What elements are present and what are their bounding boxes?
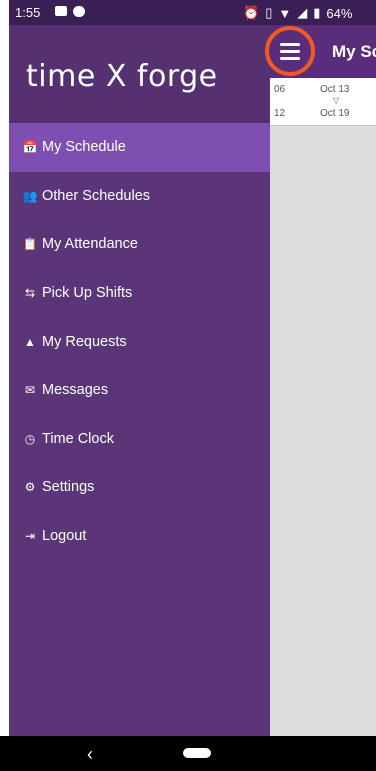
menu-item-label: Settings: [42, 479, 95, 496]
menu-item-my-schedule[interactable]: 📅 My Schedule: [9, 123, 270, 172]
drawer-menu: 📅 My Schedule 👥 Other Schedules 📋 My Att…: [9, 123, 270, 560]
menu-item-label: Logout: [42, 528, 87, 545]
menu-item-label: My Attendance: [42, 236, 138, 253]
menu-item-label: My Requests: [42, 333, 127, 350]
phone-screen: 1:55 ⏰ ▯ ▼ ◢ ▮ 64% time X forge 📅 My Sch…: [0, 0, 376, 771]
menu-bar-icon: [280, 43, 300, 46]
chat-notification-icon: [73, 6, 85, 17]
warning-icon: ▲: [24, 334, 36, 349]
schedule-content: My Sc 06 12 Oct 13 ▽ Oct 19: [265, 25, 376, 736]
date-label: Oct 13: [320, 84, 350, 95]
date-range-bar[interactable]: 06 12 Oct 13 ▽ Oct 19: [270, 78, 376, 126]
menu-item-my-requests[interactable]: ▲ My Requests: [9, 317, 270, 366]
menu-item-logout[interactable]: ⇥ Logout: [9, 512, 270, 561]
clock-icon: ◷: [24, 431, 36, 446]
battery-icon: ▮: [313, 5, 321, 20]
envelope-icon: ✉: [24, 383, 36, 398]
users-icon: 👥: [22, 188, 38, 203]
left-edge: [0, 0, 9, 771]
menu-item-other-schedules[interactable]: 👥 Other Schedules: [9, 172, 270, 221]
menu-item-label: Pick Up Shifts: [42, 285, 133, 302]
back-button[interactable]: ‹: [87, 744, 93, 765]
clipboard-icon: 📋: [22, 237, 38, 252]
menu-item-my-attendance[interactable]: 📋 My Attendance: [9, 220, 270, 269]
date-label: 06: [274, 84, 286, 95]
menu-item-label: Messages: [42, 382, 109, 399]
menu-item-label: Time Clock: [42, 430, 114, 447]
logout-icon: ⇥: [24, 529, 36, 544]
status-system-icons: ⏰ ▯ ▼ ◢ ▮ 64%: [243, 5, 352, 21]
calendar-icon: 📅: [22, 140, 38, 155]
status-time: 1:55: [15, 5, 41, 20]
drawer-header: time X forge: [9, 25, 270, 122]
navigation-drawer: time X forge 📅 My Schedule 👥 Other Sched…: [9, 25, 270, 736]
status-bar: 1:55 ⏰ ▯ ▼ ◢ ▮ 64%: [9, 0, 376, 25]
image-notification-icon: [55, 6, 67, 16]
menu-item-messages[interactable]: ✉ Messages: [9, 366, 270, 415]
battery-percent: 64%: [326, 5, 353, 21]
menu-item-time-clock[interactable]: ◷ Time Clock: [9, 415, 270, 464]
swap-icon: ⇆: [24, 286, 36, 301]
hamburger-menu-button[interactable]: [265, 26, 315, 76]
home-button[interactable]: [183, 748, 211, 758]
menu-item-settings[interactable]: ⚙ Settings: [9, 463, 270, 512]
app-bar: My Sc: [265, 25, 376, 78]
menu-item-label: My Schedule: [42, 139, 126, 156]
menu-item-label: Other Schedules: [42, 187, 151, 204]
menu-item-pick-up-shifts[interactable]: ⇆ Pick Up Shifts: [9, 269, 270, 318]
page-title: My Sc: [332, 42, 376, 61]
timeforge-logo: time X forge: [26, 59, 218, 94]
status-notification-icons: [55, 6, 85, 17]
date-label: 12: [274, 108, 286, 119]
wifi-icon: ▼: [278, 5, 292, 21]
chevron-down-icon: ▽: [333, 96, 340, 105]
alarm-icon: ⏰: [243, 5, 260, 20]
date-label: Oct 19: [320, 108, 350, 119]
signal-icon: ◢: [297, 5, 308, 20]
gear-icon: ⚙: [24, 480, 36, 495]
vibrate-icon: ▯: [265, 5, 273, 20]
menu-bar-icon: [280, 57, 300, 60]
android-nav-bar: ‹: [0, 736, 376, 771]
menu-bar-icon: [280, 50, 300, 53]
